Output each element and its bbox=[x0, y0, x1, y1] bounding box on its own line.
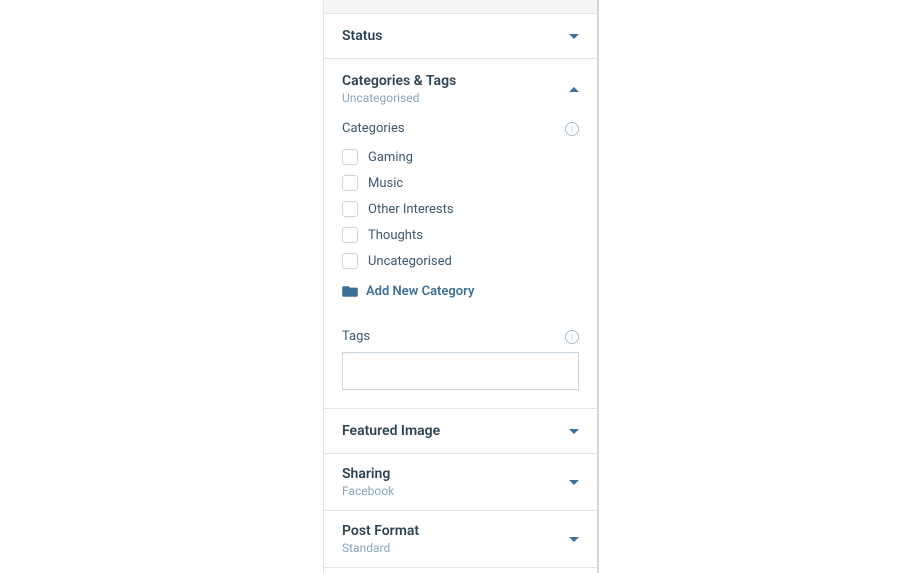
top-spacer bbox=[324, 0, 597, 14]
category-item-other-interests[interactable]: Other Interests bbox=[342, 196, 579, 222]
post-format-panel: Post Format Standard bbox=[324, 511, 597, 568]
chevron-down-icon bbox=[569, 34, 579, 39]
info-icon[interactable]: i bbox=[565, 122, 579, 136]
featured-image-panel: Featured Image bbox=[324, 409, 597, 454]
featured-image-title: Featured Image bbox=[342, 423, 569, 439]
categories-tags-title: Categories & Tags bbox=[342, 73, 569, 89]
status-title: Status bbox=[342, 28, 569, 44]
checkbox-icon bbox=[342, 253, 358, 269]
chevron-up-icon bbox=[569, 87, 579, 92]
categories-tags-subtitle: Uncategorised bbox=[342, 91, 569, 105]
sharing-title: Sharing bbox=[342, 466, 569, 482]
category-label: Thoughts bbox=[368, 228, 423, 243]
category-item-uncategorised[interactable]: Uncategorised bbox=[342, 248, 579, 274]
category-item-thoughts[interactable]: Thoughts bbox=[342, 222, 579, 248]
category-label: Other Interests bbox=[368, 202, 454, 217]
checkbox-icon bbox=[342, 175, 358, 191]
chevron-down-icon bbox=[569, 429, 579, 434]
tags-label: Tags bbox=[342, 329, 370, 344]
categories-tags-header[interactable]: Categories & Tags Uncategorised bbox=[324, 59, 597, 111]
category-label: Gaming bbox=[368, 150, 413, 165]
sharing-subtitle: Facebook bbox=[342, 484, 569, 498]
categories-section-head: Categories i bbox=[342, 111, 579, 144]
status-panel: Status bbox=[324, 14, 597, 59]
sharing-panel: Sharing Facebook bbox=[324, 454, 597, 511]
chevron-down-icon bbox=[569, 537, 579, 542]
add-new-category-button[interactable]: Add New Category bbox=[342, 274, 579, 303]
checkbox-icon bbox=[342, 149, 358, 165]
categories-tags-panel: Categories & Tags Uncategorised Categori… bbox=[324, 59, 597, 409]
category-item-gaming[interactable]: Gaming bbox=[342, 144, 579, 170]
chevron-down-icon bbox=[569, 480, 579, 485]
featured-image-header[interactable]: Featured Image bbox=[324, 409, 597, 453]
checkbox-icon bbox=[342, 201, 358, 217]
settings-sidebar: Status Categories & Tags Uncategorised C… bbox=[323, 0, 599, 573]
sharing-header[interactable]: Sharing Facebook bbox=[324, 454, 597, 510]
checkbox-icon bbox=[342, 227, 358, 243]
categories-tags-body: Categories i Gaming Music Other Interest… bbox=[324, 111, 597, 408]
tags-input[interactable] bbox=[342, 352, 579, 390]
folder-icon bbox=[342, 285, 358, 298]
status-panel-header[interactable]: Status bbox=[324, 14, 597, 58]
categories-label: Categories bbox=[342, 121, 405, 136]
category-label: Music bbox=[368, 176, 403, 191]
category-label: Uncategorised bbox=[368, 254, 452, 269]
post-format-title: Post Format bbox=[342, 523, 569, 539]
add-new-category-label: Add New Category bbox=[366, 284, 474, 299]
post-format-subtitle: Standard bbox=[342, 541, 569, 555]
info-icon[interactable]: i bbox=[565, 330, 579, 344]
tags-section: Tags i bbox=[342, 329, 579, 390]
post-format-header[interactable]: Post Format Standard bbox=[324, 511, 597, 567]
category-item-music[interactable]: Music bbox=[342, 170, 579, 196]
